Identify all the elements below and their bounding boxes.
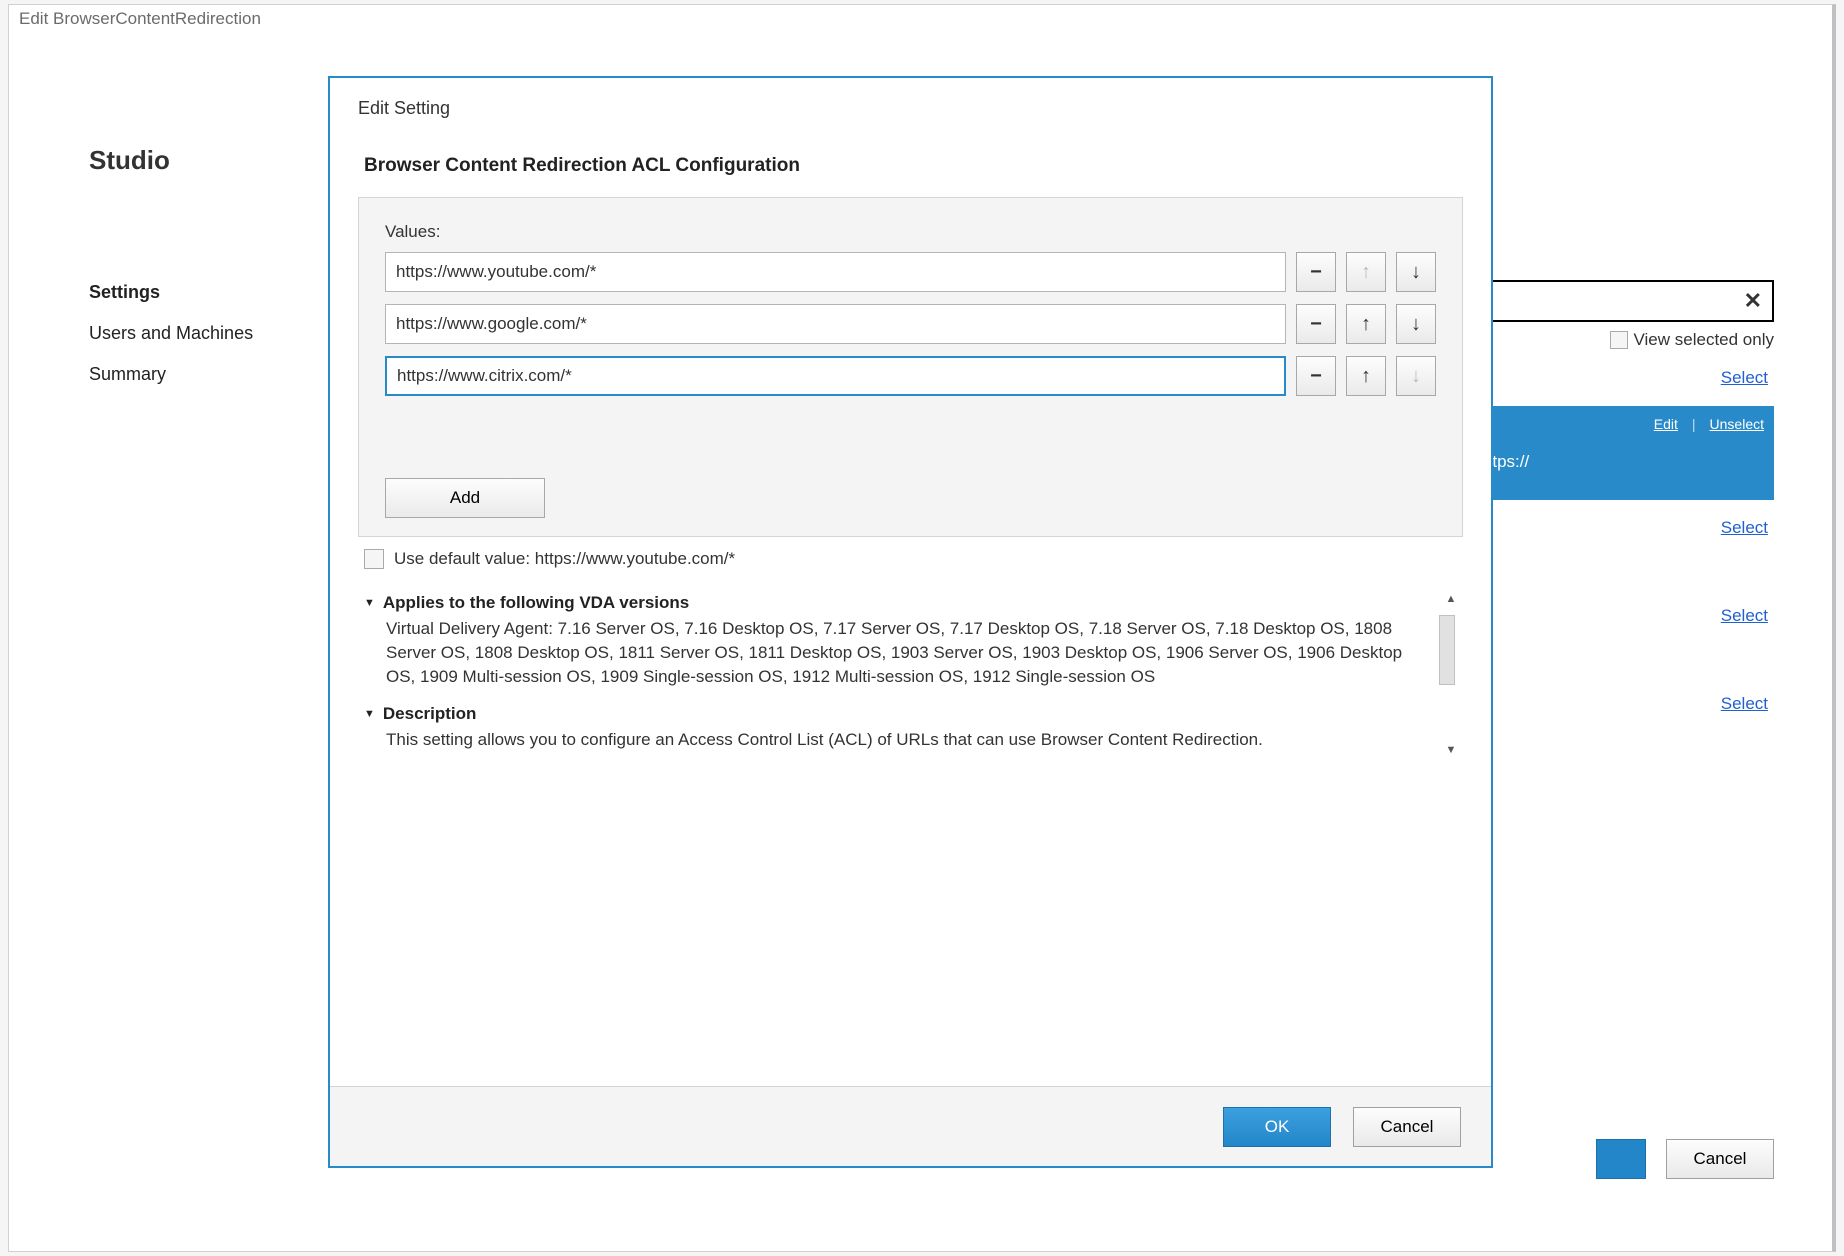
unselect-link[interactable]: Unselect [1710,416,1764,432]
values-box: Values: − ↑ ↓ − ↑ ↓ − ↑ ↓ Add [358,197,1463,537]
select-link-2[interactable]: Select [1721,518,1768,538]
bg-cancel-button[interactable]: Cancel [1666,1139,1774,1179]
cancel-button[interactable]: Cancel [1353,1107,1461,1147]
select-link-1[interactable]: Select [1721,368,1768,388]
scroll-down-icon[interactable]: ▼ [1439,738,1463,762]
value-row-2: − ↑ ↓ [385,356,1436,396]
info-head-desc[interactable]: ▼ Description [358,704,1433,724]
sidebar: Studio Settings Users and Machines Summa… [9,35,339,1251]
select-link-4[interactable]: Select [1721,694,1768,714]
value-row-1: − ↑ ↓ [385,304,1436,344]
remove-button-2[interactable]: − [1296,356,1336,396]
bg-primary-button[interactable] [1596,1139,1646,1179]
values-label: Values: [385,222,1436,242]
sidebar-item-summary[interactable]: Summary [89,358,319,399]
scroll-up-icon[interactable]: ▲ [1439,587,1463,611]
info-body-desc: This setting allows you to configure an … [358,724,1433,752]
dialog-footer: OK Cancel [330,1086,1491,1166]
move-down-button-0[interactable]: ↓ [1396,252,1436,292]
info-head-vda[interactable]: ▼ Applies to the following VDA versions [358,593,1433,613]
collapse-icon: ▼ [364,597,375,609]
search-input[interactable]: ✕ [1454,280,1774,322]
default-label: Use default value: https://www.youtube.c… [394,549,735,569]
divider: | [1692,416,1696,432]
edit-setting-dialog: Edit Setting Browser Content Redirection… [328,76,1493,1168]
value-input-2[interactable] [385,356,1286,396]
sidebar-item-users-machines[interactable]: Users and Machines [89,317,319,358]
right-panel: ✕ View selected only Select Edit | Unsel… [1454,280,1774,732]
info-title-vda: Applies to the following VDA versions [383,593,689,613]
move-down-button-1[interactable]: ↓ [1396,304,1436,344]
ok-button[interactable]: OK [1223,1107,1331,1147]
value-input-1[interactable] [385,304,1286,344]
info-title-desc: Description [383,704,477,724]
info-scrollbar[interactable]: ▲ ▼ [1439,587,1463,762]
collapse-icon: ▼ [364,708,375,720]
dialog-body: Browser Content Redirection ACL Configur… [330,133,1491,1086]
view-selected-label: View selected only [1634,330,1775,350]
remove-button-0[interactable]: − [1296,252,1336,292]
info-section-vda: ▼ Applies to the following VDA versions … [358,587,1433,698]
highlighted-sub: t: https:// [1454,442,1774,500]
sidebar-title: Studio [89,145,319,176]
move-down-button-2: ↓ [1396,356,1436,396]
move-up-button-2[interactable]: ↑ [1346,356,1386,396]
value-input-0[interactable] [385,252,1286,292]
edit-link[interactable]: Edit [1654,416,1678,432]
info-section-desc: ▼ Description This setting allows you to… [358,698,1433,762]
window-title: Edit BrowserContentRedirection [9,5,1832,35]
remove-button-1[interactable]: − [1296,304,1336,344]
select-link-3[interactable]: Select [1721,606,1768,626]
info-body-vda: Virtual Delivery Agent: 7.16 Server OS, … [358,613,1433,688]
default-value-row[interactable]: Use default value: https://www.youtube.c… [358,537,1463,587]
value-row-0: − ↑ ↓ [385,252,1436,292]
highlighted-row: Edit | Unselect [1454,406,1774,442]
checkbox-icon[interactable] [1610,331,1628,349]
move-up-button-0: ↑ [1346,252,1386,292]
view-selected-only[interactable]: View selected only [1454,330,1774,350]
add-button[interactable]: Add [385,478,545,518]
move-up-button-1[interactable]: ↑ [1346,304,1386,344]
setting-header: Browser Content Redirection ACL Configur… [358,137,1463,197]
close-icon[interactable]: ✕ [1744,288,1762,314]
dialog-title: Edit Setting [330,78,1491,133]
default-checkbox[interactable] [364,549,384,569]
bottom-buttons-bg: Cancel [1596,1139,1774,1179]
scroll-thumb[interactable] [1439,615,1455,685]
sidebar-item-settings[interactable]: Settings [89,276,319,317]
info-panel: ▼ Applies to the following VDA versions … [358,587,1463,762]
